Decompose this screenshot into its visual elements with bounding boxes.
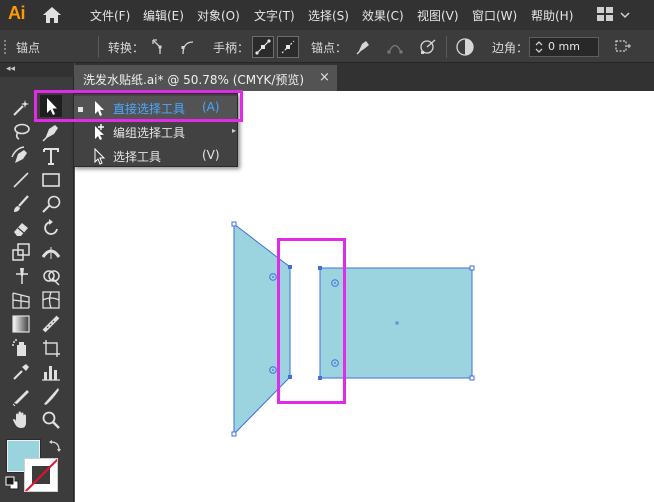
highlight-box-tool	[34, 90, 243, 122]
menu-help[interactable]: 帮助(H)	[531, 7, 573, 24]
scale-tool-icon[interactable]	[10, 241, 32, 263]
document-tab-title[interactable]: 洗发水贴纸.ai* @ 50.78% (CMYK/预览)	[83, 71, 304, 88]
width-tool-icon[interactable]	[40, 241, 62, 263]
menu-bar: Ai 文件(F) 编辑(E) 对象(O) 文字(T) 选择(S) 效果(C) 视…	[0, 0, 654, 30]
corner-label: 边角：	[492, 41, 529, 55]
submenu-arrow-icon: ▸	[232, 126, 237, 135]
workspace-layout-icon[interactable]	[597, 7, 613, 21]
shaper-tool-icon[interactable]	[40, 193, 62, 215]
menu-object[interactable]: 对象(O)	[197, 7, 240, 24]
perspective-grid-icon[interactable]	[10, 289, 32, 311]
pen-tool-icon[interactable]	[40, 121, 62, 143]
home-icon[interactable]	[40, 4, 64, 26]
puppet-warp-icon[interactable]	[10, 265, 32, 287]
menu-view[interactable]: 视图(V)	[417, 7, 459, 24]
mode-label: 锚点	[16, 41, 41, 55]
knife-tool-icon[interactable]	[40, 385, 62, 407]
paintbrush-icon[interactable]	[10, 193, 32, 215]
corner-radius-field[interactable]: 0 mm	[529, 37, 599, 57]
gradient-tool-icon[interactable]	[10, 313, 32, 335]
anchors-label: 锚点：	[311, 41, 348, 55]
menu-type[interactable]: 文字(T)	[254, 7, 295, 24]
convert-corner-icon[interactable]	[149, 36, 171, 58]
eyedropper-icon[interactable]	[10, 361, 32, 383]
flyout-item-label: 编组选择工具	[113, 126, 186, 140]
lasso-icon[interactable]	[10, 121, 32, 143]
selection-icon	[90, 147, 108, 165]
slice-tool-icon[interactable]	[10, 385, 32, 407]
divider	[98, 36, 99, 58]
chevron-down-icon[interactable]	[620, 9, 630, 19]
convert-smooth-icon[interactable]	[177, 36, 199, 58]
shape-builder-icon[interactable]	[40, 265, 62, 287]
anchor-point[interactable]	[231, 221, 237, 227]
swap-fill-stroke-icon[interactable]	[48, 440, 62, 454]
hand-tool-icon[interactable]	[10, 409, 32, 431]
menu-window[interactable]: 窗口(W)	[472, 7, 517, 24]
grip-handle[interactable]	[3, 39, 7, 55]
hide-handles-icon[interactable]	[277, 36, 299, 58]
divider	[446, 36, 447, 58]
menu-effect[interactable]: 效果(C)	[362, 7, 404, 24]
align-grid-icon[interactable]	[612, 36, 634, 58]
artboard-tool-icon[interactable]	[40, 337, 62, 359]
curvature-tool-icon[interactable]	[10, 145, 32, 167]
rectangle-tool-icon[interactable]	[40, 169, 62, 191]
stepper-icon[interactable]	[534, 40, 544, 54]
flyout-item-shortcut: (V)	[202, 148, 220, 162]
flyout-item-label: 选择工具	[113, 150, 162, 164]
symbol-sprayer-icon[interactable]	[10, 337, 32, 359]
type-tool-icon[interactable]	[40, 145, 62, 167]
connect-anchor-icon[interactable]	[384, 36, 406, 58]
menu-file[interactable]: 文件(F)	[90, 7, 130, 24]
magic-wand-icon[interactable]	[10, 97, 32, 119]
column-graph-icon[interactable]	[40, 361, 62, 383]
anchor-point[interactable]	[469, 265, 475, 271]
mesh-tool-icon[interactable]	[40, 289, 62, 311]
anchor-point[interactable]	[231, 431, 237, 437]
flyout-item-selection[interactable]: 选择工具 (V)	[74, 144, 237, 168]
menu-select[interactable]: 选择(S)	[308, 7, 349, 24]
stroke-none-swatch[interactable]	[24, 458, 58, 492]
document-tab[interactable]: 洗发水贴纸.ai* @ 50.78% (CMYK/预览) ×	[75, 65, 337, 91]
highlight-box-anchors	[277, 238, 346, 404]
convert-label: 转换：	[108, 41, 145, 55]
group-selection-icon	[90, 123, 108, 141]
document-tab-bar: 洗发水贴纸.ai* @ 50.78% (CMYK/预览) ×	[75, 63, 654, 91]
anchor-point[interactable]	[469, 375, 475, 381]
line-tool-icon[interactable]	[10, 169, 32, 191]
zoom-tool-icon[interactable]	[40, 409, 62, 431]
collapse-panel-icon[interactable]: ◂◂	[6, 64, 15, 74]
rotate-tool-icon[interactable]	[40, 217, 62, 239]
tools-panel-header: ◂◂	[0, 63, 74, 77]
show-handles-icon[interactable]	[252, 36, 274, 58]
app-logo: Ai	[8, 3, 26, 23]
default-colors-icon[interactable]	[5, 476, 19, 490]
blend-tool-icon[interactable]	[40, 313, 62, 335]
handles-label: 手柄：	[213, 41, 250, 55]
isolate-object-icon[interactable]	[454, 36, 476, 58]
close-icon[interactable]: ×	[319, 70, 330, 85]
remove-anchor-icon[interactable]	[352, 36, 374, 58]
flyout-item-group-selection[interactable]: 编组选择工具 ▸	[74, 120, 237, 144]
menu-edit[interactable]: 编辑(E)	[143, 7, 184, 24]
corner-radius-value[interactable]: 0 mm	[548, 40, 580, 53]
cut-path-icon[interactable]	[416, 36, 438, 58]
eraser-icon[interactable]	[10, 217, 32, 239]
